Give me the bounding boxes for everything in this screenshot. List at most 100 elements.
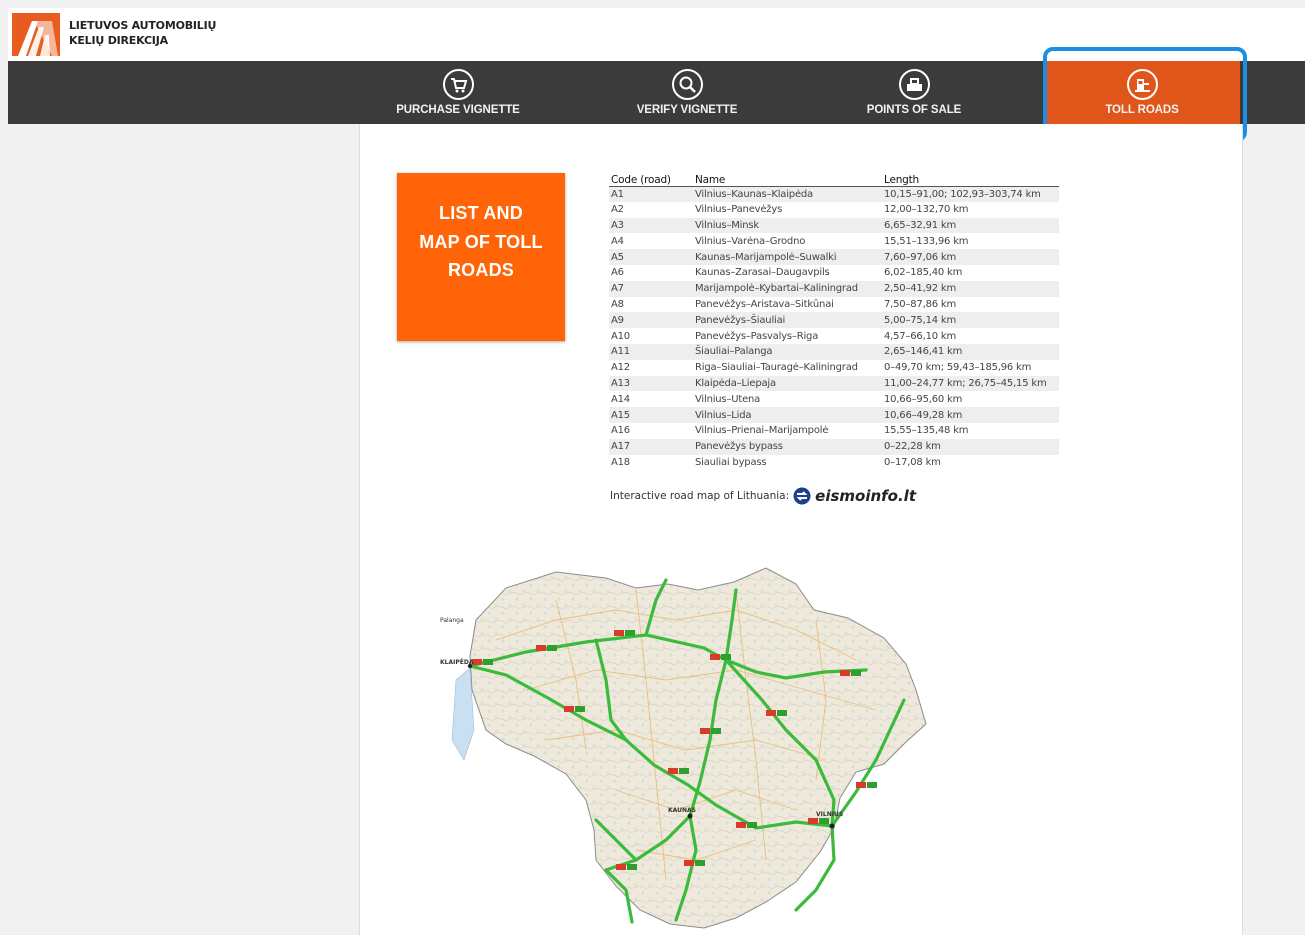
table-row: A14 Vilnius–Utena 10,66–95,60 km xyxy=(609,391,1059,407)
eismoinfo-link-text: eismoinfo.lt xyxy=(815,487,916,505)
column-header-name: Name xyxy=(693,169,882,187)
table-row: A11 Šiauliai–Palanga 2,65–146,41 km xyxy=(609,343,1059,360)
main-nav: PURCHASE VIGNETTE VERIFY VIGNETTE POINTS… xyxy=(8,61,1305,124)
road-length: 6,02–185,40 km xyxy=(884,267,963,279)
road-length: 0–17,08 km xyxy=(884,456,941,468)
nav-purchase-vignette[interactable]: PURCHASE VIGNETTE xyxy=(363,61,553,124)
toll-road-icon xyxy=(1126,69,1158,100)
road-name: Siauliai bypass xyxy=(695,456,767,468)
table-header-row: Code (road) Name Length xyxy=(609,169,1059,187)
road-name: Vilnius–Minsk xyxy=(693,217,882,234)
tile-line-2: MAP OF TOLL xyxy=(419,231,543,252)
site-header: LIETUVOS AUTOMOBILIŲ KELIŲ DIREKCIJA xyxy=(8,8,1305,61)
road-name: Panevėžys–Šiauliai xyxy=(693,312,882,329)
nav-label: PURCHASE VIGNETTE xyxy=(396,104,520,116)
eismoinfo-logo-icon xyxy=(793,487,811,505)
brand-line-1: LIETUVOS AUTOMOBILIŲ xyxy=(69,19,217,32)
road-name: Riga–Siauliai–Tauragė–Kaliningrad xyxy=(695,362,858,374)
lithuania-road-map-icon: KLAIPĖDA VILNIUS KAUNAS Palanga xyxy=(440,567,927,929)
road-code: A15 xyxy=(609,407,693,423)
table-row: A15 Vilnius–Lida 10,66–49,28 km xyxy=(609,407,1059,423)
table-row: A18 Siauliai bypass 0–17,08 km xyxy=(609,455,1059,471)
table-row: A2 Vilnius–Panevėžys 12,00–132,70 km xyxy=(609,202,1059,218)
nav-label: TOLL ROADS xyxy=(1105,104,1179,116)
table-row: A7 Marijampolė–Kybartai–Kaliningrad 2,50–4… xyxy=(609,280,1059,297)
table-row: A17 Panevėžys bypass 0–22,28 km xyxy=(609,438,1059,455)
road-name: Kaunas–Marijampolė–Suwalki xyxy=(693,249,882,265)
road-logo-icon[interactable] xyxy=(12,13,60,56)
road-length: 11,00–24,77 km; 26,75–45,15 km xyxy=(882,375,1059,392)
road-code: A11 xyxy=(609,343,693,360)
table-row: A10 Panevėžys–Pasvalys–Riga 4,57–66,10 km xyxy=(609,328,1059,344)
table-row: A16 Vilnius–Prienai–Marijampolė 15,55–135,… xyxy=(609,423,1059,439)
interactive-map-line: Interactive road map of Lithuania: eismo… xyxy=(610,487,916,505)
road-length: 10,66–95,60 km xyxy=(884,393,963,405)
road-length: 6,65–32,91 km xyxy=(882,217,1059,234)
column-header-code: Code (road) xyxy=(609,169,693,187)
road-length: 10,66–49,28 km xyxy=(882,407,1059,423)
list-and-map-tile[interactable]: LIST AND MAP OF TOLL ROADS xyxy=(397,173,565,341)
road-name: Panevėžys bypass xyxy=(693,438,882,455)
nav-toll-roads[interactable]: TOLL ROADS xyxy=(1044,61,1240,124)
table-row: A9 Panevėžys–Šiauliai 5,00–75,14 km xyxy=(609,312,1059,329)
road-code: A18 xyxy=(611,456,630,468)
road-length: 10,15–91,00; 102,93–303,74 km xyxy=(882,186,1059,202)
column-header-length: Length xyxy=(882,169,1059,187)
road-length: 12,00–132,70 km xyxy=(884,204,969,216)
table-row: A12 Riga–Siauliai–Tauragė–Kaliningrad 0–49… xyxy=(609,360,1059,376)
road-code: A14 xyxy=(611,393,630,405)
road-length: 7,50–87,86 km xyxy=(884,298,957,310)
road-code: A9 xyxy=(609,312,693,329)
nav-verify-vignette[interactable]: VERIFY VIGNETTE xyxy=(592,61,782,124)
road-code: A7 xyxy=(609,280,693,297)
city-label: Palanga xyxy=(440,617,464,624)
table-row: A6 Kaunas–Zarasai–Daugavpils 6,02–185,40 k… xyxy=(609,265,1059,281)
table-row: A5 Kaunas–Marijampolė–Suwalki 7,60–97,06 k… xyxy=(609,249,1059,265)
road-name: Vilnius–Varėna–Grodno xyxy=(695,235,806,247)
road-code: A16 xyxy=(611,425,630,437)
road-name: Vilnius–Prienai–Marijampolė xyxy=(695,425,829,437)
road-length: 7,60–97,06 km xyxy=(882,249,1059,265)
brand-line-2: KELIŲ DIREKCIJA xyxy=(69,34,168,47)
brand-name[interactable]: LIETUVOS AUTOMOBILIŲ KELIŲ DIREKCIJA xyxy=(69,18,216,48)
road-code: A3 xyxy=(609,217,693,234)
table-row: A1 Vilnius–Kaunas–Klaipėda 10,15–91,00; 10… xyxy=(609,186,1059,202)
road-length: 2,50–41,92 km xyxy=(882,280,1059,297)
road-length: 0–22,28 km xyxy=(882,438,1059,455)
road-code: A17 xyxy=(609,438,693,455)
road-code: A1 xyxy=(609,186,693,202)
interactive-map-label: Interactive road map of Lithuania: xyxy=(610,490,790,502)
road-name: Šiauliai–Palanga xyxy=(693,343,882,360)
nav-points-of-sale[interactable]: POINTS OF SALE xyxy=(819,61,1009,124)
road-length: 2,65–146,41 km xyxy=(882,343,1059,360)
road-length: 4,57–66,10 km xyxy=(884,330,957,342)
city-label: VILNIUS xyxy=(816,811,843,818)
road-code: A13 xyxy=(609,375,693,392)
city-label: KLAIPĖDA xyxy=(440,659,474,666)
nav-label: POINTS OF SALE xyxy=(866,104,962,116)
cart-icon xyxy=(442,69,474,100)
table-row: A13 Klaipėda–Liepaja 11,00–24,77 km; 26,75… xyxy=(609,375,1059,392)
road-name: Kaunas–Zarasai–Daugavpils xyxy=(695,267,830,279)
road-code: A4 xyxy=(611,235,624,247)
road-name: Vilnius–Utena xyxy=(695,393,761,405)
road-code: A6 xyxy=(611,267,624,279)
road-name: Vilnius–Lida xyxy=(693,407,882,423)
road-code: A10 xyxy=(611,330,630,342)
road-code: A2 xyxy=(611,204,624,216)
table-row: A3 Vilnius–Minsk 6,65–32,91 km xyxy=(609,217,1059,234)
road-code: A12 xyxy=(611,362,630,374)
road-name: Vilnius–Kaunas–Klaipėda xyxy=(693,186,882,202)
road-name: Klaipėda–Liepaja xyxy=(693,375,882,392)
city-label: KAUNAS xyxy=(668,807,696,814)
road-name: Vilnius–Panevėžys xyxy=(695,204,783,216)
road-length: 15,51–133,96 km xyxy=(884,235,969,247)
eismoinfo-link[interactable]: eismoinfo.lt xyxy=(793,487,916,505)
lithuania-road-map[interactable]: KLAIPĖDA VILNIUS KAUNAS Palanga xyxy=(436,560,930,930)
road-code: A5 xyxy=(609,249,693,265)
table-row: A8 Panevėžys–Aristava–Sitkūnai 7,50–87,86 … xyxy=(609,297,1059,313)
road-length: 0–49,70 km; 59,43–185,96 km xyxy=(884,362,1032,374)
nav-label: VERIFY VIGNETTE xyxy=(636,104,738,116)
table-row: A4 Vilnius–Varėna–Grodno 15,51–133,96 km xyxy=(609,233,1059,249)
store-icon xyxy=(898,69,930,100)
